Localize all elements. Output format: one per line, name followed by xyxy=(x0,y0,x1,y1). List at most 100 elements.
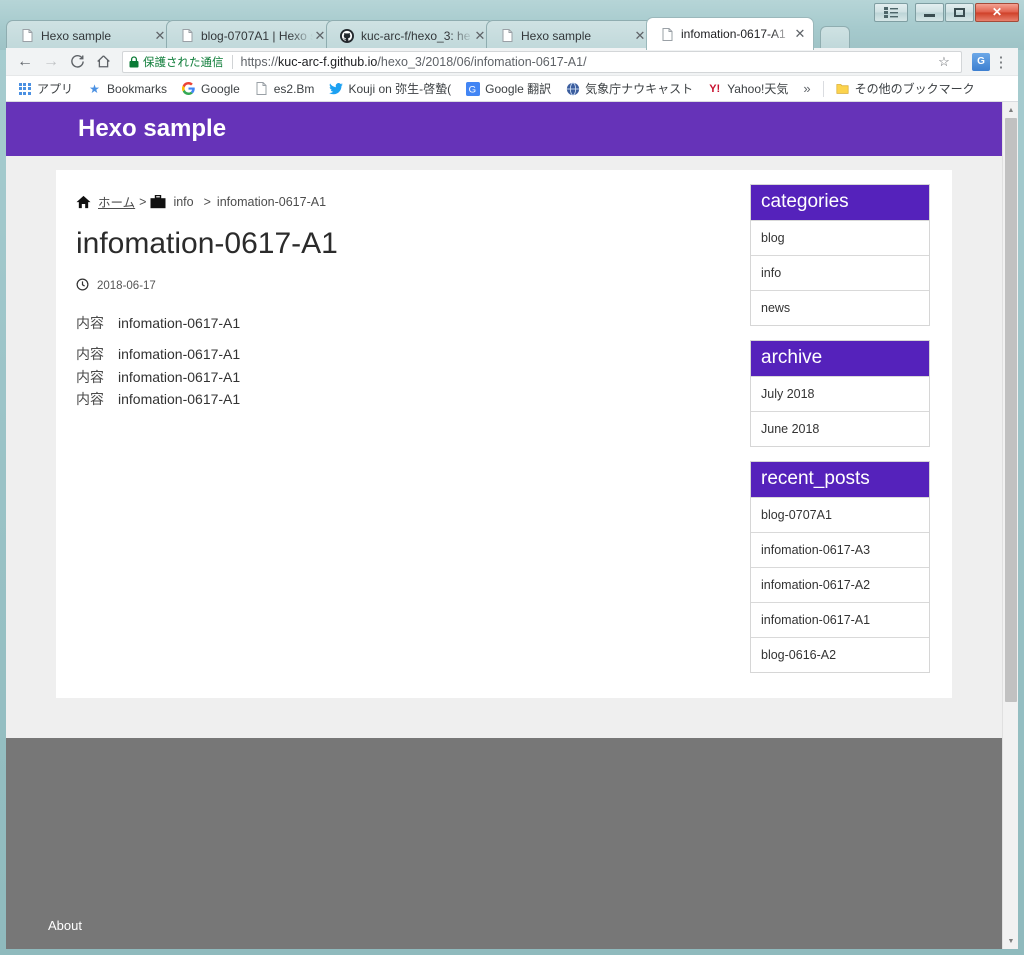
sidebar-item-info[interactable]: info xyxy=(751,255,929,290)
back-button[interactable]: ← xyxy=(12,49,38,75)
browser-tab-5-active[interactable]: infomation-0617-A1 ✕ xyxy=(646,17,814,50)
tab-close-button[interactable]: ✕ xyxy=(313,28,327,43)
forward-button[interactable]: → xyxy=(38,49,64,75)
widget-title: recent_posts xyxy=(751,462,929,497)
tab-title: infomation-0617-A1 xyxy=(681,27,786,41)
star-icon: ★ xyxy=(89,81,100,96)
home-button[interactable] xyxy=(90,49,116,75)
bookmark-yahoo-weather[interactable]: Y! Yahoo!天気 xyxy=(700,78,795,100)
chrome-menu-icon[interactable]: ⋮ xyxy=(990,53,1012,71)
bookmark-label: Google xyxy=(201,81,240,96)
bookmarks-overflow-button[interactable]: » xyxy=(795,81,818,96)
document-icon xyxy=(254,81,269,96)
content-value: infomation-0617-A1 xyxy=(118,315,241,331)
bookmark-label: その他のブックマーク xyxy=(854,82,975,96)
content-value: infomation-0617-A1 xyxy=(118,346,241,363)
browser-tab-2[interactable]: blog-0707A1 | Hexo s ✕ xyxy=(166,20,334,50)
sidebar-item-july-2018[interactable]: July 2018 xyxy=(751,376,929,411)
content-line: 内容 infomation-0617-A1 xyxy=(76,346,736,363)
address-bar[interactable]: 保護された通信 https://kuc-arc-f.github.io/hexo… xyxy=(122,50,962,73)
bookmark-twitter[interactable]: Kouji on 弥生-啓蟄( xyxy=(321,78,458,100)
sidebar: categories blog info news archive July 2… xyxy=(750,184,930,687)
tab-close-button[interactable]: ✕ xyxy=(633,28,647,43)
widget-recent-posts: recent_posts blog-0707A1 infomation-0617… xyxy=(750,461,930,673)
document-icon xyxy=(19,28,35,44)
breadcrumb-category[interactable]: info xyxy=(173,195,193,209)
paragraph-1: 内容 infomation-0617-A1 xyxy=(76,315,736,331)
window-resize-edge[interactable] xyxy=(0,949,1024,955)
bookmark-label: Google 翻訳 xyxy=(485,82,552,96)
bookmark-jma-nowcast[interactable]: 気象庁ナウキャスト xyxy=(558,78,700,100)
breadcrumb: ホーム > info > infomation-0617-A1 xyxy=(76,192,326,211)
bookmark-apps[interactable]: アプリ xyxy=(10,78,80,100)
page-viewport: Hexo sample ホーム > info > infomation-0617… xyxy=(6,102,1018,949)
sidebar-item-infomation-0617-a3[interactable]: infomation-0617-A3 xyxy=(751,532,929,567)
bookmark-es2bm[interactable]: es2.Bm xyxy=(247,78,322,100)
scroll-down-arrow-icon[interactable]: ▼ xyxy=(1003,933,1018,949)
github-icon xyxy=(339,28,355,44)
page-title: infomation-0617-A1 xyxy=(76,227,338,260)
bookmarks-divider xyxy=(822,80,824,97)
bookmark-google-translate[interactable]: G Google 翻訳 xyxy=(458,78,558,100)
google-translate-icon: G xyxy=(465,81,480,96)
browser-tab-4[interactable]: Hexo sample ✕ xyxy=(486,20,654,50)
tab-title: Hexo sample xyxy=(521,28,592,43)
widget-title: categories xyxy=(751,185,929,220)
content-label: 内容 xyxy=(76,368,104,385)
tab-close-button[interactable]: ✕ xyxy=(793,26,807,41)
reload-button[interactable] xyxy=(64,49,90,75)
tab-close-button[interactable]: ✕ xyxy=(473,28,487,43)
widget-archive: archive July 2018 June 2018 xyxy=(750,340,930,447)
clock-icon xyxy=(76,278,89,294)
bookmark-bookmarks[interactable]: ★ Bookmarks xyxy=(80,78,174,100)
site-footer: About xyxy=(6,738,1002,949)
tab-title: Hexo sample xyxy=(41,28,112,43)
breadcrumb-home-link[interactable]: ホーム xyxy=(98,192,135,211)
browser-tab-1[interactable]: Hexo sample ✕ xyxy=(6,20,174,50)
page-body: ホーム > info > infomation-0617-A1 infomati… xyxy=(6,156,1002,756)
tab-close-button[interactable]: ✕ xyxy=(153,28,167,43)
tab-strip: Hexo sample ✕ blog-0707A1 | Hexo s ✕ kuc… xyxy=(6,16,1018,50)
scrollbar-thumb[interactable] xyxy=(1005,118,1017,702)
content-line: 内容 infomation-0617-A1 xyxy=(76,315,736,331)
folder-icon xyxy=(835,81,850,96)
url-host: kuc-arc-f.github.io xyxy=(278,54,378,69)
bookmark-other-bookmarks[interactable]: その他のブックマーク xyxy=(828,78,982,100)
bookmark-google[interactable]: Google xyxy=(174,78,247,100)
url-scheme: https:// xyxy=(240,54,279,69)
back-arrow-icon: ← xyxy=(17,52,33,70)
scroll-up-arrow-icon[interactable]: ▲ xyxy=(1003,102,1018,118)
globe-icon xyxy=(565,81,580,96)
sidebar-item-blog-0616-a2[interactable]: blog-0616-A2 xyxy=(751,637,929,672)
briefcase-icon xyxy=(150,194,166,209)
sidebar-item-infomation-0617-a2[interactable]: infomation-0617-A2 xyxy=(751,567,929,602)
bookmark-label: Bookmarks xyxy=(107,81,168,96)
google-translate-extension-icon[interactable]: G xyxy=(972,52,990,71)
home-icon xyxy=(96,55,110,68)
page-scrollbar[interactable]: ▲ ▼ xyxy=(1002,102,1018,949)
breadcrumb-separator: > xyxy=(139,194,147,209)
breadcrumb-current: infomation-0617-A1 xyxy=(216,194,327,209)
new-tab-button[interactable] xyxy=(820,26,850,48)
sidebar-item-blog-0707a1[interactable]: blog-0707A1 xyxy=(751,497,929,532)
twitter-icon xyxy=(328,81,343,96)
site-header: Hexo sample xyxy=(6,102,1002,156)
sidebar-item-infomation-0617-a1[interactable]: infomation-0617-A1 xyxy=(751,602,929,637)
sidebar-item-news[interactable]: news xyxy=(751,290,929,325)
bookmark-star-icon[interactable]: ☆ xyxy=(933,54,955,70)
widget-categories: categories blog info news xyxy=(750,184,930,326)
site-title[interactable]: Hexo sample xyxy=(78,115,226,143)
svg-text:G: G xyxy=(468,84,475,95)
document-icon xyxy=(499,28,515,44)
sidebar-item-blog[interactable]: blog xyxy=(751,220,929,255)
browser-tab-3[interactable]: kuc-arc-f/hexo_3: he ✕ xyxy=(326,20,494,50)
bookmark-label: Kouji on 弥生-啓蟄( xyxy=(348,82,452,96)
content-label: 内容 xyxy=(76,315,104,331)
web-page: Hexo sample ホーム > info > infomation-0617… xyxy=(6,102,1002,949)
footer-about-link[interactable]: About xyxy=(48,918,82,933)
content-line: 内容 infomation-0617-A1 xyxy=(76,368,736,385)
title-bar: ✕ Hexo sample ✕ blog-0707A1 | Hexo s ✕ k… xyxy=(0,0,1024,50)
sidebar-item-june-2018[interactable]: June 2018 xyxy=(751,411,929,446)
google-g-icon xyxy=(181,81,196,96)
tab-title: kuc-arc-f/hexo_3: he xyxy=(361,28,471,43)
